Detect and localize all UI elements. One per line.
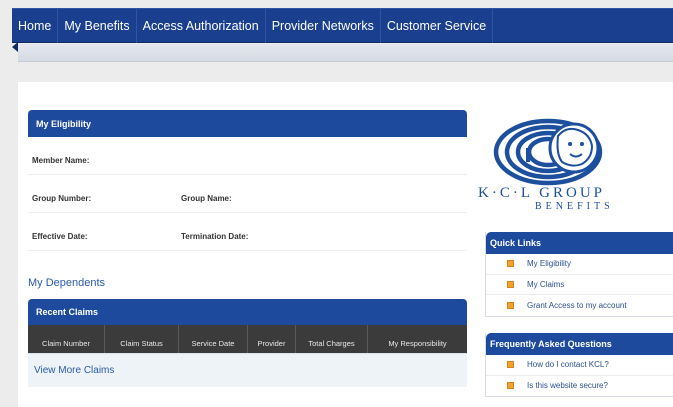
quick-link-label: My Eligibility	[527, 259, 572, 269]
top-navigation: Home My Benefits Access Authorization Pr…	[12, 8, 673, 43]
eligibility-panel: My Eligibility Member Name: Group Number…	[28, 110, 467, 251]
quick-link-label: My Claims	[527, 279, 565, 289]
sub-navigation-bar	[18, 44, 673, 62]
column-my-responsibility[interactable]: My Responsibility	[368, 325, 467, 353]
view-more-claims-link[interactable]: View More Claims	[34, 365, 114, 376]
claims-footer: View More Claims	[28, 353, 467, 387]
quick-links-panel: Quick Links My Eligibility My Claims Gra…	[485, 232, 673, 317]
nav-home[interactable]: Home	[12, 8, 59, 43]
group-number-label: Group Number:	[32, 194, 92, 203]
quick-link-my-claims[interactable]: My Claims	[486, 275, 673, 295]
column-total-charges[interactable]: Total Charges	[296, 325, 368, 353]
faq-website-secure[interactable]: Is this website secure?	[486, 376, 673, 397]
bullet-icon	[507, 260, 514, 268]
quick-link-grant-access[interactable]: Grant Access to my account	[486, 295, 673, 316]
claims-table-header: Claim Number Claim Status Service Date P…	[28, 325, 467, 353]
faq-label: Is this website secure?	[527, 381, 608, 391]
column-provider[interactable]: Provider	[248, 325, 296, 353]
bullet-icon	[507, 280, 514, 288]
column-claim-number[interactable]: Claim Number	[28, 325, 105, 353]
bullet-icon	[507, 301, 514, 309]
group-name-label: Group Name:	[181, 194, 232, 203]
bullet-icon	[507, 361, 514, 369]
nav-my-benefits[interactable]: My Benefits	[58, 8, 137, 43]
faq-panel: Frequently Asked Questions How do I cont…	[485, 333, 673, 397]
quick-link-my-eligibility[interactable]: My Eligibility	[486, 254, 673, 275]
faq-contact-kcl[interactable]: How do I contact KCL?	[486, 355, 673, 376]
recent-claims-header: Recent Claims	[28, 299, 467, 325]
nav-customer-service[interactable]: Customer Service	[381, 8, 494, 43]
recent-claims-panel: Recent Claims Claim Number Claim Status …	[28, 299, 467, 387]
quick-link-label: Grant Access to my account	[527, 300, 627, 310]
bullet-icon	[507, 382, 514, 390]
member-name-row: Member Name:	[28, 137, 467, 175]
nav-access-authorization[interactable]: Access Authorization	[137, 8, 266, 43]
eligibility-header: My Eligibility	[28, 110, 467, 137]
logo-wordmark: K·C·L GROUP	[478, 185, 606, 201]
logo-subtitle: BENEFITS	[535, 201, 614, 212]
my-dependents-link[interactable]: My Dependents	[28, 277, 105, 289]
dates-row: Effective Date: Termination Date:	[28, 213, 467, 251]
column-service-date[interactable]: Service Date	[179, 325, 248, 353]
member-name-label: Member Name:	[32, 156, 90, 165]
faq-label: How do I contact KCL?	[527, 360, 609, 370]
column-claim-status[interactable]: Claim Status	[105, 325, 179, 353]
effective-date-label: Effective Date:	[32, 232, 88, 241]
nav-provider-networks[interactable]: Provider Networks	[266, 8, 381, 43]
faq-header: Frequently Asked Questions	[486, 333, 673, 355]
group-row: Group Number: Group Name:	[28, 175, 467, 213]
termination-date-label: Termination Date:	[181, 232, 249, 241]
quick-links-header: Quick Links	[486, 232, 673, 254]
